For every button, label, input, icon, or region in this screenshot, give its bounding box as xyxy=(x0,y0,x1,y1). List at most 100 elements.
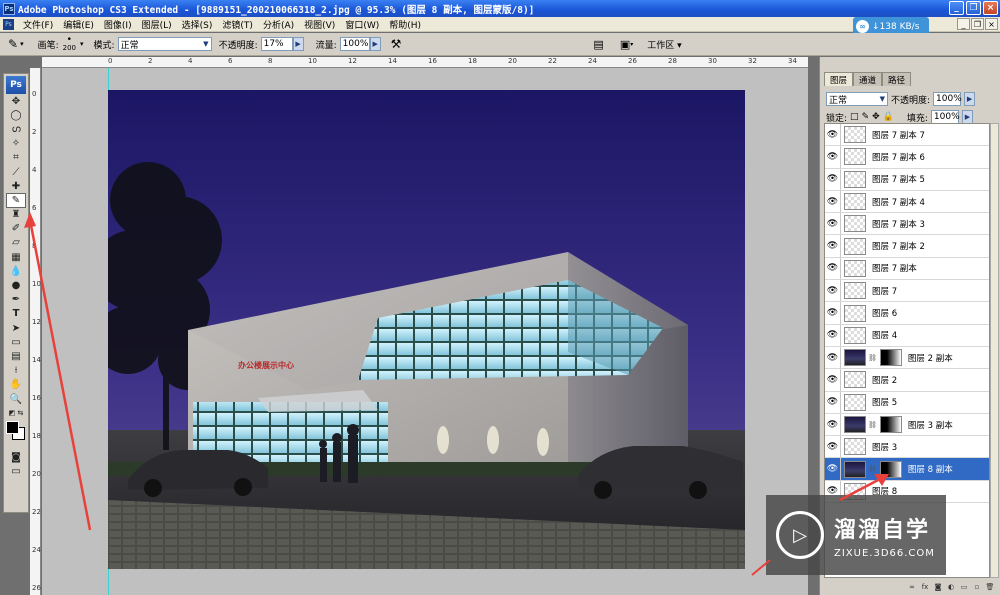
layer-row[interactable]: 👁 图层 7 副本 4 xyxy=(825,190,989,214)
visibility-eye-icon[interactable]: 👁 xyxy=(825,413,841,436)
eyedropper-tool-icon[interactable]: ⟊ xyxy=(6,364,26,378)
fill-input[interactable]: 100% xyxy=(930,110,960,124)
layer-thumbnail[interactable] xyxy=(844,237,866,255)
layer-row[interactable]: 👁 图层 7 副本 xyxy=(825,257,989,281)
tab-paths[interactable]: 路径 xyxy=(882,72,912,86)
opacity-slider-button[interactable]: ▶ xyxy=(292,37,304,51)
palette-well-icon[interactable]: ▤ xyxy=(593,38,603,51)
zoom-tool-icon[interactable]: 🔍 xyxy=(6,392,26,406)
doc-minimize-button[interactable]: _ xyxy=(957,18,970,30)
menu-select[interactable]: 选择(S) xyxy=(177,18,218,31)
layer-name[interactable]: 图层 7 副本 2 xyxy=(872,240,925,252)
layer-row[interactable]: 👁 图层 3 xyxy=(825,436,989,459)
lasso-tool-icon[interactable]: ഗ xyxy=(6,122,26,136)
chevron-down-icon[interactable]: ▾ xyxy=(80,40,84,48)
layer-style-icon[interactable]: fx xyxy=(920,582,930,592)
visibility-eye-icon[interactable]: 👁 xyxy=(825,124,841,146)
dodge-tool-icon[interactable]: ● xyxy=(6,278,26,292)
layer-row[interactable]: 👁 图层 7 副本 5 xyxy=(825,168,989,191)
tool-preset-picker[interactable]: ✎ ▾ xyxy=(8,37,24,51)
layer-thumbnail[interactable] xyxy=(844,170,866,188)
layer-thumbnail[interactable] xyxy=(844,193,866,211)
layer-row[interactable]: 👁 图层 2 xyxy=(825,369,989,392)
layer-name[interactable]: 图层 7 xyxy=(872,285,897,297)
layer-mask-thumbnail[interactable] xyxy=(879,349,902,367)
layer-thumbnail[interactable] xyxy=(844,416,866,433)
blur-tool-icon[interactable]: 💧 xyxy=(6,264,26,278)
layer-row[interactable]: 👁 图层 7 副本 3 xyxy=(825,213,989,236)
layer-name[interactable]: 图层 7 副本 4 xyxy=(872,196,925,208)
layer-thumbnail[interactable] xyxy=(844,259,866,277)
visibility-eye-icon[interactable]: 👁 xyxy=(825,213,841,235)
visibility-eye-icon[interactable]: 👁 xyxy=(825,436,841,458)
visibility-eye-icon[interactable]: 👁 xyxy=(825,302,841,324)
restore-button[interactable]: ❐ xyxy=(966,1,981,15)
visibility-eye-icon[interactable]: 👁 xyxy=(825,146,841,168)
slice-tool-icon[interactable]: ⟋ xyxy=(6,165,26,179)
opacity-input[interactable]: 17% xyxy=(260,37,293,51)
layer-name[interactable]: 图层 3 副本 xyxy=(908,419,953,431)
airbrush-icon[interactable]: ⚒ xyxy=(391,37,402,51)
mask-link-icon[interactable]: ⛓ xyxy=(868,421,877,429)
visibility-eye-icon[interactable]: 👁 xyxy=(825,369,841,391)
close-button[interactable]: × xyxy=(983,1,998,15)
document-icon[interactable]: Ps xyxy=(3,18,14,30)
layer-thumbnail[interactable] xyxy=(844,371,866,389)
layer-name[interactable]: 图层 3 xyxy=(872,441,897,453)
visibility-eye-icon[interactable]: 👁 xyxy=(825,280,841,302)
menu-analysis[interactable]: 分析(A) xyxy=(258,18,299,31)
layer-opacity-input[interactable]: 100% xyxy=(933,92,962,106)
type-tool-icon[interactable]: T xyxy=(6,307,26,321)
layer-opacity-slider-button[interactable]: ▶ xyxy=(964,92,976,106)
screen-mode-icon[interactable]: ▭ xyxy=(6,465,26,479)
layer-mask-thumbnail[interactable] xyxy=(879,416,902,433)
layer-row[interactable]: 👁 图层 7 副本 7 xyxy=(825,124,989,147)
gradient-tool-icon[interactable]: ▦ xyxy=(6,250,26,264)
layer-row[interactable]: 👁 图层 7 副本 6 xyxy=(825,146,989,169)
layer-thumbnail[interactable] xyxy=(844,215,866,233)
pen-tool-icon[interactable]: ✒ xyxy=(6,293,26,307)
notes-tool-icon[interactable]: ▤ xyxy=(6,349,26,363)
workspace-menu[interactable]: 工作区 ▾ xyxy=(647,38,681,51)
clone-stamp-tool-icon[interactable]: ♜ xyxy=(6,208,26,222)
tab-channels[interactable]: 通道 xyxy=(853,72,883,86)
add-mask-icon[interactable]: ◙ xyxy=(933,582,943,592)
menu-image[interactable]: 图像(I) xyxy=(99,18,137,31)
magic-wand-tool-icon[interactable]: ✧ xyxy=(6,137,26,151)
layer-name[interactable]: 图层 2 xyxy=(872,374,897,386)
move-tool-icon[interactable]: ✥ xyxy=(6,94,26,108)
layer-thumbnail[interactable] xyxy=(844,393,866,411)
tab-layers[interactable]: 图层 xyxy=(824,72,854,86)
layer-mask-thumbnail[interactable] xyxy=(879,460,902,478)
minimize-button[interactable]: _ xyxy=(949,1,964,15)
color-swatches[interactable] xyxy=(5,420,27,442)
flow-slider-button[interactable]: ▶ xyxy=(369,37,381,51)
layer-thumbnail[interactable] xyxy=(844,126,866,144)
layer-row[interactable]: 👁 图层 4 xyxy=(825,324,989,347)
layer-row[interactable]: 👁 图层 7 副本 2 xyxy=(825,235,989,258)
crop-tool-icon[interactable]: ⌗ xyxy=(6,151,26,165)
brush-tool-icon[interactable]: ✎ xyxy=(6,193,26,208)
fill-slider-button[interactable]: ▶ xyxy=(961,110,973,124)
layer-thumbnail[interactable] xyxy=(844,304,866,322)
shape-tool-icon[interactable]: ▭ xyxy=(6,335,26,349)
lock-all-icon[interactable]: 🔒 xyxy=(883,112,894,122)
brush-picker[interactable]: • 200 xyxy=(63,36,76,53)
layer-name[interactable]: 图层 8 副本 xyxy=(908,463,953,475)
layer-name[interactable]: 图层 7 副本 3 xyxy=(872,218,925,230)
delete-layer-icon[interactable]: 🗑 xyxy=(985,582,995,592)
history-brush-tool-icon[interactable]: ✐ xyxy=(6,222,26,236)
menu-window[interactable]: 窗口(W) xyxy=(340,18,384,31)
layer-thumbnail[interactable] xyxy=(844,349,866,367)
path-selection-tool-icon[interactable]: ➤ xyxy=(6,321,26,335)
menu-layer[interactable]: 图层(L) xyxy=(137,18,177,31)
link-layers-icon[interactable]: ∞ xyxy=(907,582,917,592)
layer-name[interactable]: 图层 4 xyxy=(872,329,897,341)
visibility-eye-icon[interactable]: 👁 xyxy=(825,168,841,190)
document-image[interactable]: 办公楼展示中心 xyxy=(108,90,745,569)
quick-mask-icon[interactable]: ◙ xyxy=(6,450,26,464)
visibility-eye-icon[interactable]: 👁 xyxy=(825,324,841,346)
doc-close-button[interactable]: × xyxy=(985,18,998,30)
mask-link-icon[interactable]: ⛓ xyxy=(868,354,877,362)
menu-view[interactable]: 视图(V) xyxy=(299,18,340,31)
